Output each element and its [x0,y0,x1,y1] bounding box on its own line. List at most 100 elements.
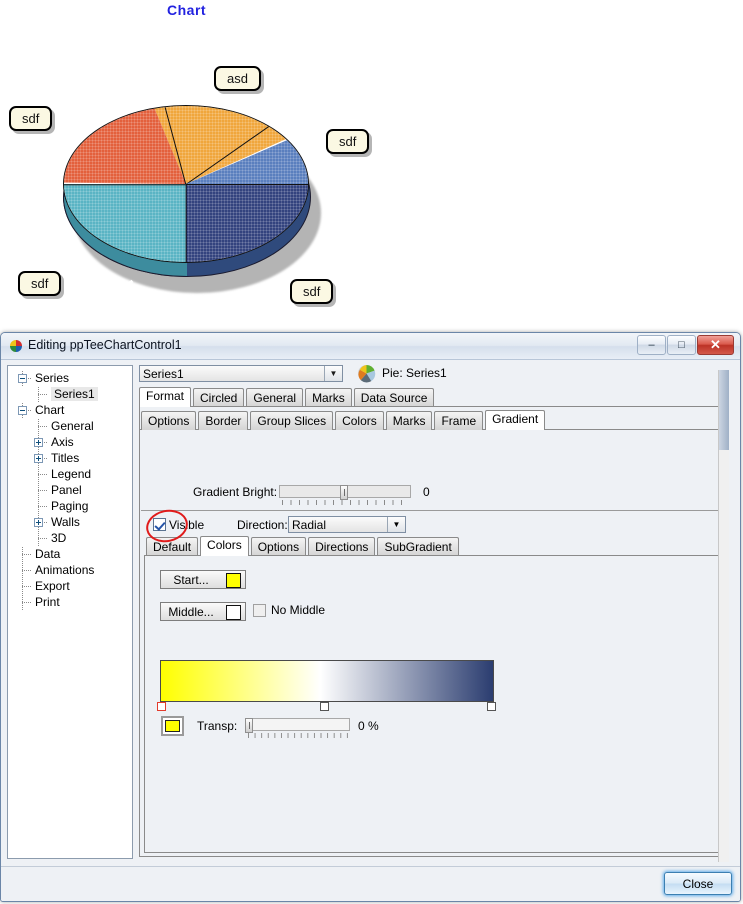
tab-general[interactable]: General [246,388,304,407]
middle-color-button[interactable]: Middle... [160,602,246,621]
callout-label: sdf [9,106,53,131]
tree-guide [22,586,32,587]
tab-subgradient[interactable]: SubGradient [377,537,459,556]
tree-guide [38,483,39,499]
tree-guide [22,595,23,611]
tab-circled[interactable]: Circled [193,388,245,407]
tree-item-data[interactable]: Data [8,547,132,563]
vertical-scrollbar[interactable] [718,370,729,862]
tree-item-paging[interactable]: Paging [8,499,132,515]
callout-label: sdf [326,129,370,154]
tree-item-label: Legend [51,467,92,481]
tree-guide [38,419,39,435]
tab-gradient[interactable]: Gradient [485,410,546,430]
tree-item-series1[interactable]: Series1 [8,387,132,403]
tree-guide [38,474,48,475]
tree-item-panel[interactable]: Panel [8,483,132,499]
gradient-stop-middle[interactable] [320,702,329,711]
direction-select[interactable]: Radial ▼ [288,516,406,533]
start-color-label: Start... [173,573,209,587]
tree-item-label: General [51,419,94,433]
maximize-icon: □ [678,339,685,351]
expand-icon[interactable] [34,438,43,447]
gradient-preview-bar[interactable] [160,660,494,702]
selected-color-swatch[interactable] [161,716,184,736]
direction-value: Radial [292,518,327,532]
tab-group-slices[interactable]: Group Slices [250,411,334,430]
callout-leader-line [114,279,134,296]
gradient-stop-start[interactable] [157,702,166,711]
tree-item-animations[interactable]: Animations [8,563,132,579]
window-titlebar[interactable]: Editing ppTeeChartControl1 – □ ✕ [1,333,740,360]
visible-checkbox[interactable] [153,518,166,531]
gradient-stop-end[interactable] [487,702,496,711]
navigation-tree[interactable]: Series Series1 Chart General Axis Titles Legen… [7,365,133,859]
tree-item-3d[interactable]: 3D [8,531,132,547]
tab-colors[interactable]: Colors [335,411,384,430]
collapse-icon[interactable] [18,406,27,415]
slider-thumb[interactable] [245,718,253,733]
close-button-label: Close [682,876,714,891]
tree-guide [22,570,32,571]
expand-icon[interactable] [34,454,43,463]
series-select[interactable]: Series1 ▼ [139,365,343,382]
slider-thumb[interactable] [340,485,348,500]
tree-item-series[interactable]: Series [8,371,132,387]
tree-item-export[interactable]: Export [8,579,132,595]
tab-options[interactable]: Options [141,411,197,430]
main-tab-strip[interactable]: Format Circled General Marks Data Source [139,387,436,407]
tab-frame[interactable]: Frame [434,411,484,430]
tree-item-label: Walls [51,515,80,529]
tree-guide [38,426,48,427]
gradient-bright-slider[interactable] [279,485,411,500]
transparency-slider[interactable] [245,718,350,733]
pie-top-face [63,105,309,263]
maximize-button[interactable]: □ [667,335,696,355]
tree-item-general[interactable]: General [8,419,132,435]
transparency-value: 0 % [358,719,379,733]
no-middle-label: No Middle [271,603,326,617]
tab-options[interactable]: Options [250,537,307,556]
tree-item-label: Paging [51,499,89,513]
close-button[interactable]: Close [664,872,732,895]
tree-item-label: Axis [51,435,74,449]
tree-item-print[interactable]: Print [8,595,132,611]
selected-color-fill [165,720,180,732]
tree-item-axis[interactable]: Axis [8,435,132,451]
dialog-body: Series Series1 Chart General Axis Titles Legen… [1,360,740,870]
tree-guide [22,563,23,579]
tree-item-legend[interactable]: Legend [8,467,132,483]
tree-guide [22,579,23,595]
minimize-button[interactable]: – [637,335,666,355]
chevron-down-icon[interactable]: ▼ [324,366,342,381]
tab-directions[interactable]: Directions [308,537,376,556]
sub-tab-strip[interactable]: Options Border Group Slices Colors Marks Fram… [141,410,547,430]
app-icon [10,340,22,352]
gradient-tab-strip[interactable]: Default Colors Options Directions SubGradien… [146,536,461,556]
expand-icon[interactable] [34,518,43,527]
collapse-icon[interactable] [18,374,27,383]
tree-item-walls[interactable]: Walls [8,515,132,531]
window-close-button[interactable]: ✕ [697,335,734,355]
tree-item-chart[interactable]: Chart [8,403,132,419]
middle-color-label: Middle... [168,605,214,619]
dialog-footer: Close [1,866,740,901]
tab-marks[interactable]: Marks [305,388,352,407]
chevron-down-icon[interactable]: ▼ [387,517,405,532]
tree-item-label: Titles [51,451,80,465]
tree-item-titles[interactable]: Titles [8,451,132,467]
tab-data-source[interactable]: Data Source [353,388,435,407]
no-middle-checkbox[interactable] [253,604,266,617]
tree-item-label: Animations [35,563,95,577]
start-color-button[interactable]: Start... [160,570,246,589]
start-color-swatch[interactable] [226,573,241,588]
tab-border[interactable]: Border [198,411,249,430]
middle-color-swatch[interactable] [226,605,241,620]
tab-colors[interactable]: Colors [200,536,249,556]
tab-format[interactable]: Format [139,387,192,407]
scrollbar-thumb[interactable] [719,370,729,450]
tab-marks[interactable]: Marks [385,411,433,430]
tab-default[interactable]: Default [146,537,199,556]
transparency-label: Transp: [197,719,238,733]
pie-chart [55,105,321,315]
